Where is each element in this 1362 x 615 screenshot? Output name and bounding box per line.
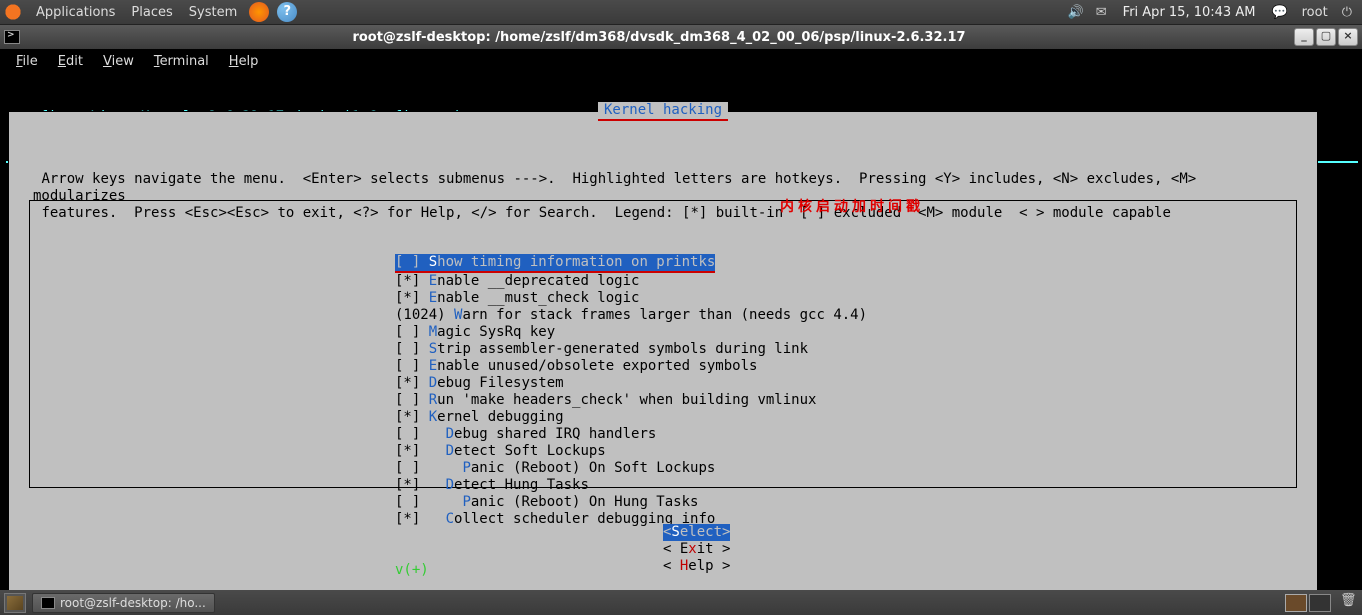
taskbar-item[interactable]: root@zslf-desktop: /ho... [32,593,215,613]
option-item[interactable]: [ ] Show timing information on printks [30,254,1296,273]
help-icon[interactable]: ? [277,2,297,22]
terminal-menu[interactable]: Terminal [144,54,219,69]
ubuntu-logo-icon[interactable] [4,3,22,21]
applications-menu[interactable]: Applications [28,5,123,20]
menubar: File Edit View Terminal Help [0,49,1362,73]
volume-icon[interactable]: 🔊 [1068,5,1084,20]
places-menu[interactable]: Places [123,5,180,20]
help-menu[interactable]: Help [219,54,269,69]
maximize-button[interactable]: ▢ [1316,28,1336,46]
option-item[interactable]: [*] Enable __deprecated logic [30,273,1296,290]
option-item[interactable]: [ ] Strip assembler-generated symbols du… [30,341,1296,358]
section-title: Kernel hacking [598,102,728,121]
button-row: <Select> < Exit > < Help > [9,507,1317,592]
window-title: root@zslf-desktop: /home/zslf/dm368/dvsd… [26,30,1292,45]
option-item[interactable]: [ ] Panic (Reboot) On Soft Lockups [30,460,1296,477]
terminal-window: root@zslf-desktop: /home/zslf/dm368/dvsd… [0,25,1362,590]
option-item[interactable]: [ ] Enable unused/obsolete exported symb… [30,358,1296,375]
firefox-icon[interactable] [249,2,269,22]
terminal-icon [4,30,20,44]
option-item[interactable]: [*] Debug Filesystem [30,375,1296,392]
mail-icon[interactable]: ✉ [1096,5,1107,20]
menuconfig-dialog: Kernel hacking Arrow keys navigate the m… [8,111,1318,615]
edit-menu[interactable]: Edit [48,54,93,69]
power-icon[interactable]: ⏻ [1342,5,1352,20]
option-item[interactable]: [*] Enable __must_check logic [30,290,1296,307]
clock-label[interactable]: Fri Apr 15, 10:43 AM [1123,5,1256,20]
workspace-2[interactable] [1309,594,1331,612]
option-item[interactable]: [*] Detect Soft Lockups [30,443,1296,460]
terminal-mini-icon [41,597,55,609]
file-menu[interactable]: File [6,54,48,69]
exit-button[interactable]: < Exit > [663,541,730,558]
terminal-area[interactable]: .config - Linux Kernel v2.6.32.17-davinc… [0,73,1362,590]
show-desktop-icon[interactable] [4,593,26,613]
view-menu[interactable]: View [93,54,144,69]
option-item[interactable]: (1024) Warn for stack frames larger than… [30,307,1296,324]
annotation-label: 内核启动加时间戳 [780,199,924,216]
select-button[interactable]: <Select> [663,524,730,541]
close-button[interactable]: × [1338,28,1358,46]
system-menu[interactable]: System [181,5,245,20]
option-item[interactable]: [*] Detect Hung Tasks [30,477,1296,494]
user-indicator-icon[interactable]: 💬 [1271,5,1287,20]
user-label[interactable]: root [1294,5,1336,20]
trash-icon[interactable]: 🗑 [1340,593,1358,613]
option-item[interactable]: [ ] Run 'make headers_check' when buildi… [30,392,1296,409]
bottom-panel: root@zslf-desktop: /ho... 🗑 [0,590,1362,615]
task-label: root@zslf-desktop: /ho... [60,596,206,610]
help-button[interactable]: < Help > [663,558,730,575]
options-list[interactable]: 内核启动加时间戳 [ ] Show timing information on … [29,200,1297,488]
minimize-button[interactable]: _ [1294,28,1314,46]
window-titlebar[interactable]: root@zslf-desktop: /home/zslf/dm368/dvsd… [0,25,1362,49]
top-panel: Applications Places System ? 🔊 ✉ Fri Apr… [0,0,1362,25]
option-item[interactable]: [*] Kernel debugging [30,409,1296,426]
workspace-1[interactable] [1285,594,1307,612]
option-item[interactable]: [ ] Magic SysRq key [30,324,1296,341]
option-item[interactable]: [ ] Debug shared IRQ handlers [30,426,1296,443]
